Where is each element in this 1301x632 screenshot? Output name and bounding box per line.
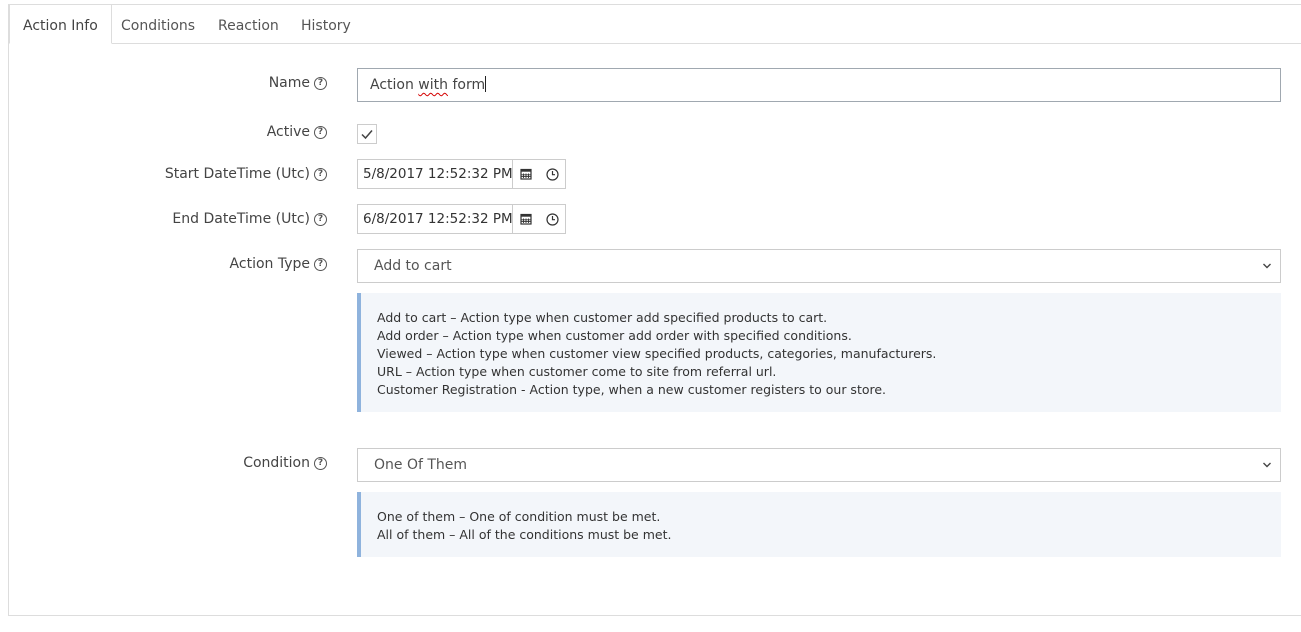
hint-line: Add to cart – Action type when customer …	[377, 310, 828, 325]
tab-reaction[interactable]: Reaction	[205, 5, 292, 43]
name-label-text: Name	[268, 75, 310, 91]
question-circle-icon[interactable]: ?	[314, 257, 327, 271]
clock-icon	[545, 167, 559, 181]
chevron-down-icon	[1262, 250, 1272, 294]
tab-history[interactable]: History	[288, 5, 364, 43]
question-circle-icon[interactable]: ?	[314, 456, 327, 470]
start-datetime-picker: 5/8/2017 12:52:32 PM	[357, 159, 566, 189]
name-input-value-start: Action	[370, 77, 419, 93]
calendar-icon	[520, 168, 532, 180]
question-circle-icon[interactable]: ?	[314, 125, 327, 139]
condition-hint: One of them – One of condition must be m…	[357, 492, 1281, 557]
hint-line: Customer Registration - Action type, whe…	[377, 382, 887, 397]
question-circle-icon[interactable]: ?	[314, 76, 327, 90]
action-type-hint: Add to cart – Action type when customer …	[357, 293, 1281, 412]
name-input-value-end: form	[448, 77, 486, 93]
action-info-panel: Action Info Conditions Reaction History …	[8, 4, 1301, 616]
active-label: Active ?	[267, 124, 327, 140]
start-calendar-button[interactable]	[513, 160, 539, 188]
clock-icon	[545, 212, 559, 226]
chevron-down-icon	[1262, 449, 1272, 493]
tab-conditions[interactable]: Conditions	[108, 5, 208, 43]
hint-line: All of them – All of the conditions must…	[377, 527, 672, 542]
action-type-select[interactable]: Add to cart	[357, 249, 1281, 283]
end-datetime-label: End DateTime (Utc) ?	[172, 211, 327, 227]
hint-line: URL – Action type when customer come to …	[377, 364, 777, 379]
start-datetime-label-text: Start DateTime (Utc)	[164, 166, 310, 182]
hint-line: Viewed – Action type when customer view …	[377, 346, 937, 361]
text-caret	[485, 76, 487, 92]
action-type-label-text: Action Type	[229, 256, 310, 272]
active-label-text: Active	[266, 124, 310, 140]
end-clock-button[interactable]	[539, 205, 565, 233]
start-clock-button[interactable]	[539, 160, 565, 188]
hint-line: Add order – Action type when customer ad…	[377, 328, 852, 343]
start-datetime-input[interactable]: 5/8/2017 12:52:32 PM	[358, 160, 513, 188]
condition-label-text: Condition	[243, 455, 310, 471]
name-label: Name ?	[269, 75, 327, 91]
action-type-selected-value: Add to cart	[374, 258, 452, 274]
condition-selected-value: One Of Them	[374, 457, 468, 473]
end-datetime-label-text: End DateTime (Utc)	[172, 211, 310, 227]
condition-select[interactable]: One Of Them	[357, 448, 1281, 482]
calendar-icon	[520, 213, 532, 225]
condition-label: Condition ?	[243, 455, 327, 471]
end-datetime-input[interactable]: 6/8/2017 12:52:32 PM	[358, 205, 513, 233]
name-input[interactable]: Action with form	[357, 68, 1281, 102]
tab-bar: Action Info Conditions Reaction History	[9, 5, 1301, 44]
name-input-value-misspelled: with	[418, 77, 448, 93]
action-type-label: Action Type ?	[230, 256, 327, 272]
hint-line: One of them – One of condition must be m…	[377, 509, 661, 524]
question-circle-icon[interactable]: ?	[314, 167, 327, 181]
start-datetime-label: Start DateTime (Utc) ?	[165, 166, 327, 182]
tab-action-info[interactable]: Action Info	[9, 5, 112, 44]
question-circle-icon[interactable]: ?	[314, 212, 327, 226]
checkmark-icon	[361, 130, 373, 140]
end-datetime-picker: 6/8/2017 12:52:32 PM	[357, 204, 566, 234]
active-checkbox[interactable]	[357, 124, 377, 144]
end-calendar-button[interactable]	[513, 205, 539, 233]
